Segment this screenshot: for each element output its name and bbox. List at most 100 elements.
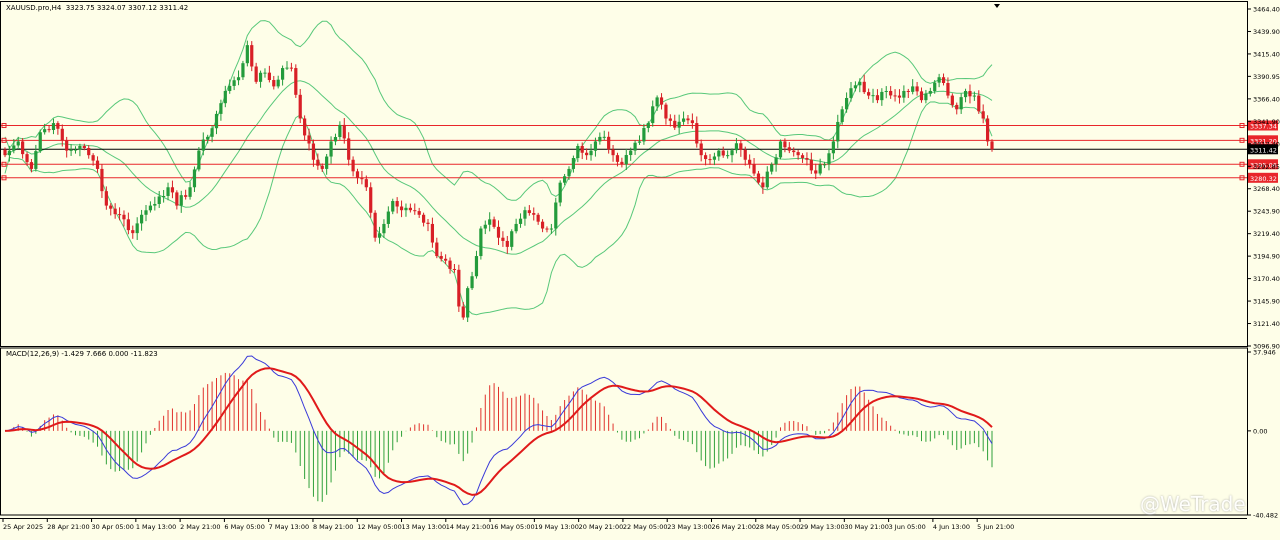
candle-body <box>554 202 558 229</box>
candle-body <box>109 205 113 209</box>
candle-body <box>756 173 761 183</box>
candle-body <box>576 146 580 159</box>
macd-axis-label: 0.00 <box>1253 427 1267 435</box>
candle-body <box>373 212 377 238</box>
candle-body <box>294 68 298 95</box>
time-axis-label: 19 May 13:00 <box>534 523 579 531</box>
candle-body <box>827 153 831 165</box>
candle-body <box>585 152 589 156</box>
candle-body <box>179 195 183 206</box>
candle-body <box>505 240 509 247</box>
candle-body <box>571 158 576 169</box>
candle-body <box>135 223 139 234</box>
level-price-label-3: 3280.32 <box>1250 175 1277 183</box>
candle-body <box>545 228 549 230</box>
candle-body <box>721 150 725 156</box>
candle-body <box>611 149 615 156</box>
time-axis-label: 22 May 05:00 <box>623 523 668 531</box>
candle-body <box>170 187 175 193</box>
time-axis-label: 30 Apr 05:00 <box>92 523 134 531</box>
price-axis-label: 3145.90 <box>1253 298 1280 306</box>
candle-body <box>981 111 985 119</box>
candle-body <box>686 118 690 121</box>
price-axis-label: 3390.95 <box>1253 73 1280 81</box>
candle-body <box>664 104 668 119</box>
candle-body <box>615 155 620 162</box>
candle-body <box>457 269 461 307</box>
candle-body <box>492 219 496 227</box>
time-axis-label: 20 May 21:00 <box>579 523 624 531</box>
candle-body <box>562 176 567 183</box>
candle-body <box>690 120 694 124</box>
candle-body <box>840 109 844 122</box>
candle-body <box>752 164 756 174</box>
candle-body <box>43 129 47 133</box>
candle-body <box>540 221 545 229</box>
candle-body <box>703 155 708 160</box>
candle-body <box>333 137 338 142</box>
mt4-chart-window[interactable]: 3337.34 3321.20 3295.06 3280.32 3311.42 3464.… <box>0 0 1280 536</box>
candle-body <box>911 86 915 92</box>
candle-body <box>148 205 153 211</box>
time-axis-label: 6 May 05:00 <box>224 523 264 531</box>
candle-body <box>435 242 439 257</box>
candle-body <box>642 127 646 142</box>
candle-body <box>395 201 399 207</box>
candle-body <box>906 90 910 92</box>
candle-body <box>831 141 835 154</box>
candle-body <box>884 90 888 92</box>
candle-body <box>897 95 902 98</box>
price-axis-label: 3194.90 <box>1253 253 1280 261</box>
price-axis-label: 3464.40 <box>1253 6 1280 14</box>
price-axis-label: 3268.40 <box>1253 185 1280 193</box>
candle-body <box>646 123 650 128</box>
candle-body <box>933 82 937 91</box>
candle-body <box>73 149 78 151</box>
candle-body <box>946 83 950 96</box>
candle-body <box>871 95 875 97</box>
candle-body <box>139 214 144 224</box>
candle-body <box>399 206 404 211</box>
candle-body <box>858 81 862 86</box>
time-axis-label: 2 May 21:00 <box>180 523 220 531</box>
candle-body <box>765 171 769 188</box>
time-axis-label: 13 May 13:00 <box>402 523 447 531</box>
candle-body <box>236 77 241 81</box>
candle-body <box>959 97 963 110</box>
candle-body <box>633 142 637 151</box>
wetrade-watermark: @WeTrade <box>1140 492 1246 516</box>
candle-body <box>915 86 919 92</box>
candle-body <box>496 226 501 238</box>
candle-body <box>25 154 29 163</box>
candle-body <box>175 192 179 206</box>
candle-body <box>607 136 611 150</box>
time-axis-label: 4 Jun 13:00 <box>933 523 970 531</box>
candle-body <box>325 156 329 169</box>
candle-body <box>157 196 161 204</box>
candle-body <box>285 67 289 69</box>
candle-body <box>659 97 664 105</box>
candle-body <box>474 256 479 277</box>
candle-body <box>430 223 435 243</box>
candle-body <box>144 210 148 215</box>
candle-body <box>862 81 866 93</box>
candle-body <box>241 63 245 78</box>
candle-body <box>223 90 227 104</box>
candle-body <box>602 136 606 138</box>
candle-body <box>919 91 924 101</box>
candle-body <box>822 164 827 166</box>
candle-body <box>518 218 523 224</box>
candle-body <box>272 80 276 87</box>
candle-body <box>311 143 316 160</box>
candle-body <box>853 85 858 89</box>
candle-body <box>558 182 562 203</box>
price-axis-label: 3439.90 <box>1253 28 1280 36</box>
candle-body <box>404 207 408 211</box>
candle-body <box>16 141 20 146</box>
time-axis-label: 25 Apr 2025 <box>3 523 43 531</box>
candle-body <box>928 90 932 94</box>
indicator-info-label: MACD(12,26,9) -1.429 7.666 0.000 -11.823 <box>6 350 158 358</box>
candle-body <box>748 159 752 165</box>
candle-body <box>836 121 840 142</box>
chart-canvas[interactable]: 3337.343321.203295.063280.323311.423464.… <box>0 0 1280 536</box>
